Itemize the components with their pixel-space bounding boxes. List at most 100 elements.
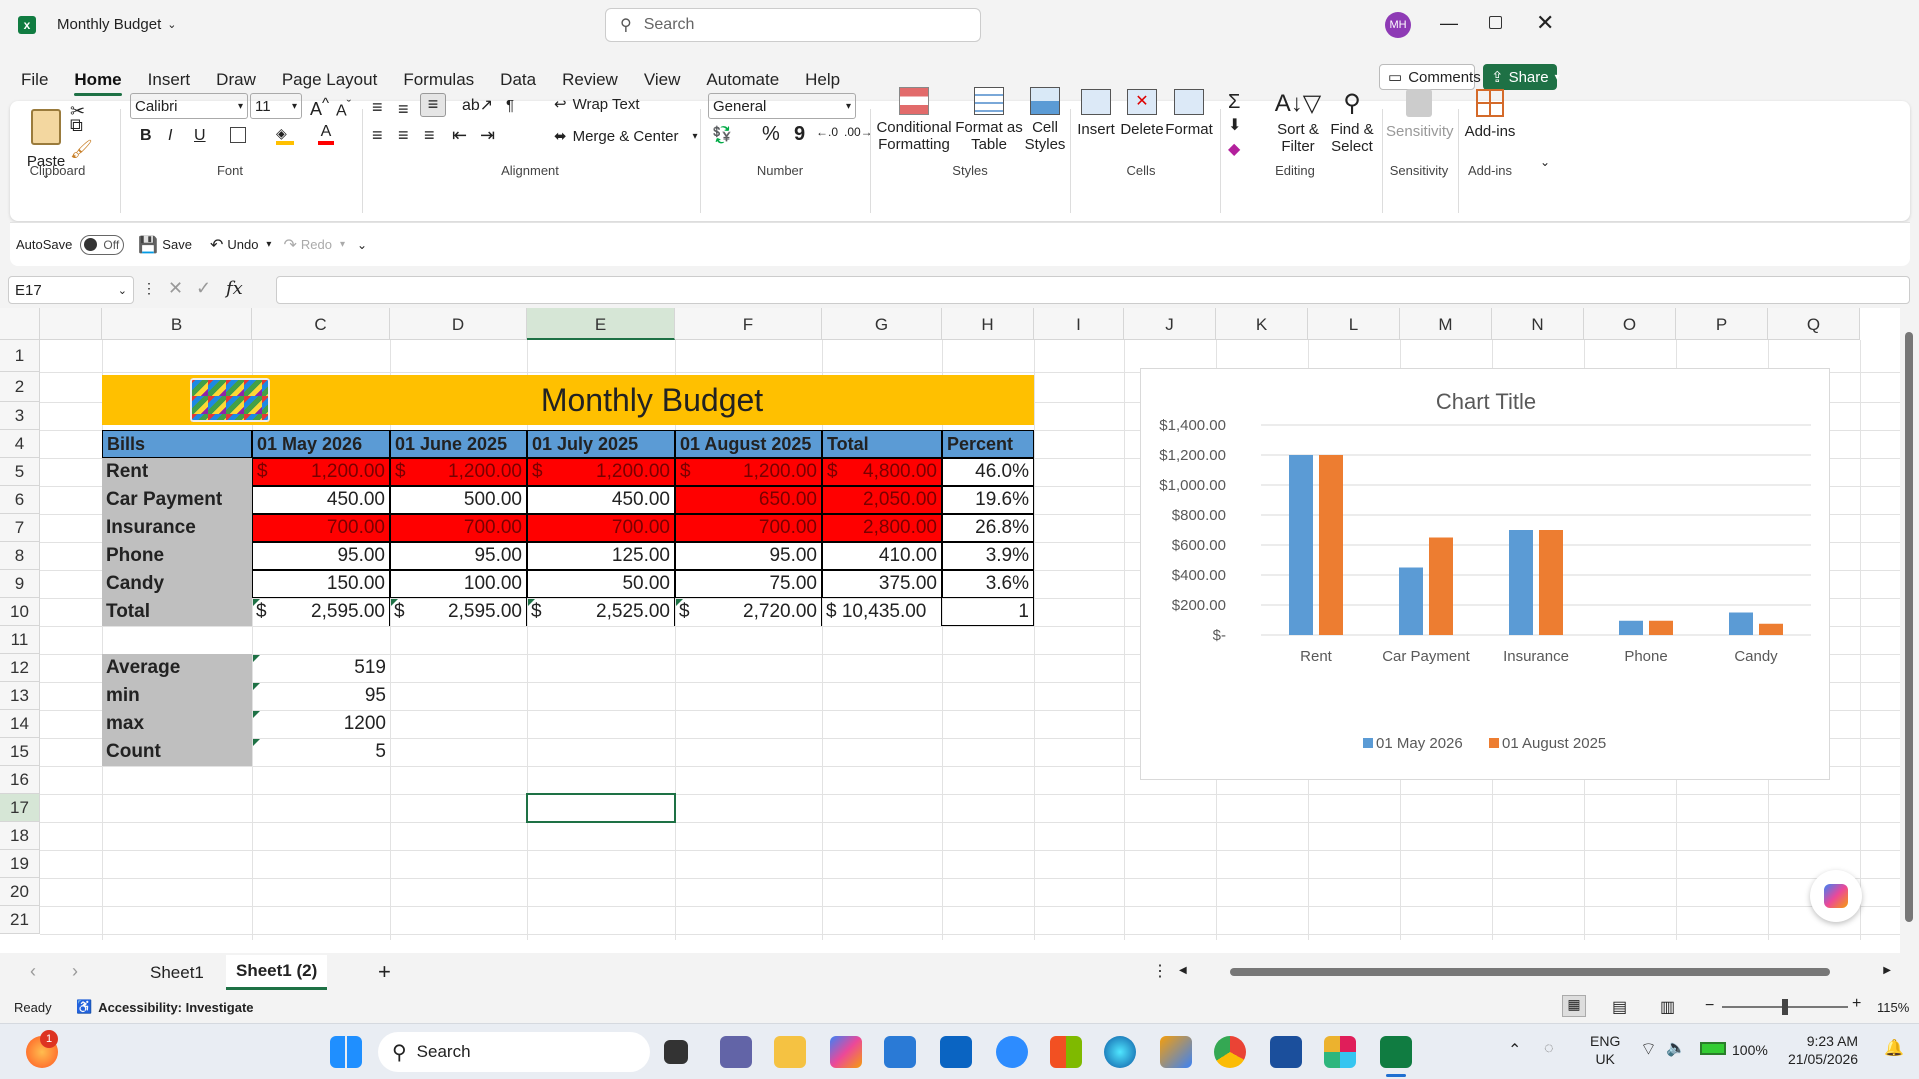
tab-file[interactable]: File [8, 58, 61, 100]
percent-cell[interactable]: 3.9% [942, 542, 1034, 570]
stat-value[interactable]: 519 [252, 654, 390, 682]
zoom-in-icon[interactable]: + [1852, 995, 1861, 1013]
microsoft-apps-icon[interactable] [1050, 1036, 1082, 1068]
decrease-decimal-icon[interactable]: .00→ [844, 125, 873, 139]
row-header-21[interactable]: 21 [0, 906, 40, 934]
sheet-tab-sheet1-2[interactable]: Sheet1 (2) [226, 955, 328, 990]
row-header-12[interactable]: 12 [0, 654, 40, 682]
chrome-icon[interactable] [1214, 1036, 1246, 1068]
row-header-9[interactable]: 9 [0, 570, 40, 598]
value-cell[interactable]: 50.00 [527, 570, 675, 598]
value-cell[interactable]: 650.00 [675, 486, 822, 514]
cancel-icon[interactable]: ✕ [168, 278, 183, 299]
value-cell[interactable]: 500.00 [390, 486, 527, 514]
number-format-select[interactable]: General ▾ [708, 93, 856, 119]
column-header-d[interactable]: D [390, 308, 527, 340]
save-button[interactable]: Save [162, 237, 192, 252]
name-box[interactable]: E17 ⌄ [8, 276, 134, 304]
task-view-icon[interactable] [664, 1040, 688, 1064]
edge-icon[interactable] [1104, 1036, 1136, 1068]
text-direction-icon[interactable]: ¶ [506, 97, 514, 114]
page-layout-view-icon[interactable]: ▤ [1612, 997, 1627, 1017]
share-button[interactable]: ⇪ Share ▾ [1483, 64, 1560, 90]
row-header-5[interactable]: 5 [0, 458, 40, 486]
avatar[interactable]: MH [1385, 12, 1411, 38]
document-title[interactable]: Monthly Budget ⌄ [57, 16, 176, 33]
currency-cell[interactable]: $1,200.00 [675, 458, 822, 486]
row-header-18[interactable]: 18 [0, 822, 40, 850]
increase-indent-icon[interactable]: ⇥ [480, 125, 495, 146]
sort-filter-button[interactable]: A↓▽ Sort & Filter [1270, 89, 1326, 155]
row-header-11[interactable]: 11 [0, 626, 40, 654]
row-header-7[interactable]: 7 [0, 514, 40, 542]
outlook-icon[interactable] [940, 1036, 972, 1068]
m365-icon[interactable] [1160, 1036, 1192, 1068]
currency-icon[interactable]: 💱 [712, 125, 732, 145]
column-header-c[interactable]: C [252, 308, 390, 340]
restore-icon[interactable] [1489, 16, 1502, 29]
clock[interactable]: 9:23 AM 21/05/2026 [1788, 1032, 1858, 1068]
increase-font-icon[interactable]: A^ [310, 95, 329, 120]
decrease-font-icon[interactable]: Aˇ [336, 97, 351, 120]
format-cells-button[interactable]: Format [1164, 89, 1214, 138]
borders-icon[interactable] [230, 127, 246, 143]
column-header-j[interactable]: J [1124, 308, 1216, 340]
row-label[interactable]: Total [102, 598, 252, 626]
value-cell[interactable]: 700.00 [390, 514, 527, 542]
header-cell[interactable]: 01 July 2025 [527, 430, 675, 458]
align-bottom-icon[interactable]: ≡ [420, 93, 446, 117]
file-explorer-icon[interactable] [774, 1036, 806, 1068]
value-cell[interactable]: 125.00 [527, 542, 675, 570]
bold-button[interactable]: B [140, 127, 152, 145]
comments-button[interactable]: ▭ Comments [1379, 64, 1481, 90]
value-cell[interactable]: 150.00 [252, 570, 390, 598]
autosum-icon[interactable]: Σ [1228, 91, 1240, 114]
row-header-8[interactable]: 8 [0, 542, 40, 570]
row-label[interactable]: Rent [102, 458, 252, 486]
value-cell[interactable]: 375.00 [822, 570, 942, 598]
fill-icon[interactable]: ⬇ [1228, 115, 1241, 135]
row-label[interactable]: Candy [102, 570, 252, 598]
copy-icon[interactable]: ⧉ [70, 115, 83, 136]
zoom-out-icon[interactable]: − [1705, 997, 1714, 1015]
value-cell[interactable]: 700.00 [527, 514, 675, 542]
header-cell[interactable]: 01 May 2026 [252, 430, 390, 458]
value-cell[interactable]: 100.00 [390, 570, 527, 598]
row-header-19[interactable]: 19 [0, 850, 40, 878]
excel-taskbar-icon[interactable] [1380, 1036, 1412, 1068]
decrease-indent-icon[interactable]: ⇤ [452, 125, 467, 146]
wrap-text-button[interactable]: ↩ Wrap Text [554, 95, 640, 114]
stat-label[interactable]: max [102, 710, 252, 738]
save-icon[interactable]: 💾 [138, 235, 158, 255]
horizontal-scrollbar[interactable]: ◀ ▶ [1175, 965, 1895, 979]
comma-button[interactable]: 9 [794, 123, 805, 146]
row-header-14[interactable]: 14 [0, 710, 40, 738]
column-header-l[interactable]: L [1308, 308, 1400, 340]
underline-button[interactable]: U [194, 127, 206, 145]
row-header-3[interactable]: 3 [0, 402, 40, 430]
value-cell[interactable]: 2,800.00 [822, 514, 942, 542]
scroll-right-icon[interactable]: › [72, 961, 78, 982]
system-tray-icon[interactable]: ◌ [1544, 1040, 1554, 1058]
wifi-icon[interactable]: ⌔ [1640, 1038, 1657, 1061]
more-sheets-icon[interactable]: ⋮ [1152, 961, 1168, 981]
stat-value[interactable]: 5 [252, 738, 390, 766]
grand-total-cell[interactable]: $ 10,435.00 [822, 598, 942, 626]
row-label[interactable]: Insurance [102, 514, 252, 542]
column-header-o[interactable]: O [1584, 308, 1676, 340]
accessibility-status[interactable]: ♿ Accessibility: Investigate [76, 999, 254, 1015]
solitaire-icon[interactable] [1270, 1036, 1302, 1068]
scrollbar-thumb[interactable] [1230, 968, 1830, 976]
increase-decimal-icon[interactable]: ←.0 [816, 125, 838, 139]
find-select-button[interactable]: ⚲ Find & Select [1324, 89, 1380, 155]
normal-view-icon[interactable]: ▦ [1562, 995, 1586, 1017]
delete-cells-button[interactable]: ✕ Delete [1120, 89, 1164, 138]
fx-icon[interactable]: fx [226, 278, 243, 299]
align-right-icon[interactable]: ≡ [424, 125, 435, 146]
currency-cell[interactable]: $1,200.00 [390, 458, 527, 486]
row-label[interactable]: Phone [102, 542, 252, 570]
battery-icon[interactable] [1700, 1042, 1726, 1055]
row-header-10[interactable]: 10 [0, 598, 40, 626]
zoom-slider-thumb[interactable] [1782, 999, 1788, 1015]
insert-cells-button[interactable]: Insert [1074, 89, 1118, 138]
